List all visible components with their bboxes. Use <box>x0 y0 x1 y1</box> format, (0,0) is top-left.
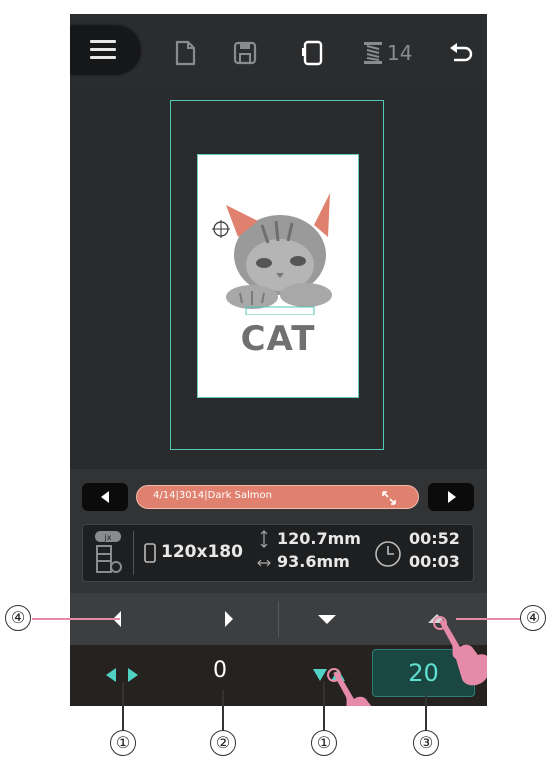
design-info-box: jx 120x180 120.7mm 93.6mm 00:52 00:03 <box>82 524 474 582</box>
callout-leader <box>32 618 120 620</box>
expand-arrows-icon[interactable] <box>381 490 397 506</box>
hoop-icon[interactable] <box>300 40 326 66</box>
move-down-button[interactable] <box>279 593 383 645</box>
save-icon[interactable] <box>232 40 258 66</box>
arrow-right-icon <box>225 611 233 627</box>
thread-color-label: 4/14|3014|Dark Salmon <box>153 490 273 501</box>
thread-spool-icon[interactable] <box>360 40 386 66</box>
total-time-value: 00:52 <box>409 529 460 548</box>
thread-color-chip[interactable]: 4/14|3014|Dark Salmon <box>136 485 419 509</box>
design-width-value: 93.6mm <box>277 552 350 571</box>
callout-2: ② <box>210 730 236 756</box>
pointer-hand-icon <box>327 668 372 706</box>
needle-count: 14 <box>387 41 413 65</box>
triangle-left-icon <box>101 491 109 503</box>
dimension-arrows-icon <box>257 530 271 567</box>
top-toolbar: 14 <box>70 14 487 86</box>
callout-4-left: ④ <box>5 605 31 631</box>
menu-button[interactable] <box>70 26 140 74</box>
design-area[interactable]: CAT <box>197 154 359 398</box>
callout-leader <box>425 695 427 732</box>
next-color-button[interactable] <box>428 483 474 511</box>
embroidery-unit-icon: jx <box>95 531 122 573</box>
callout-1-right: ① <box>311 730 337 756</box>
device-screen: 14 CAT 4/14|3014|Dark Salmon jx 120x180 … <box>70 14 487 706</box>
hoop-size-value: 120x180 <box>161 542 243 562</box>
remaining-time-value: 00:03 <box>409 552 460 571</box>
design-text: CAT <box>240 319 316 359</box>
clock-icon <box>375 541 401 567</box>
callout-leader <box>456 618 522 620</box>
left-right-arrows-icon[interactable] <box>104 667 140 683</box>
callout-1-left: ① <box>110 730 136 756</box>
callout-4-right: ④ <box>520 605 546 631</box>
position-value: 0 <box>213 658 227 683</box>
embroidery-preview: CAT <box>70 86 487 469</box>
move-right-button[interactable] <box>174 593 278 645</box>
callout-leader <box>122 682 124 732</box>
move-buttons-row <box>70 593 487 645</box>
hoop-size-icon <box>144 543 156 563</box>
hamburger-menu-icon <box>90 40 116 43</box>
cat-design-image <box>212 193 332 315</box>
undo-icon[interactable] <box>448 40 474 66</box>
triangle-right-icon <box>448 491 456 503</box>
new-file-icon[interactable] <box>172 40 198 66</box>
callout-leader <box>323 682 325 732</box>
arrow-down-icon <box>318 615 336 624</box>
prev-color-button[interactable] <box>82 483 128 511</box>
svg-text:jx: jx <box>104 533 112 542</box>
callout-leader <box>222 690 224 732</box>
design-height-value: 120.7mm <box>277 529 361 548</box>
thread-color-panel: 4/14|3014|Dark Salmon jx 120x180 120.7mm… <box>70 469 487 593</box>
callout-3: ③ <box>413 730 439 756</box>
pointer-hand-icon <box>433 616 487 686</box>
info-divider <box>133 531 134 575</box>
